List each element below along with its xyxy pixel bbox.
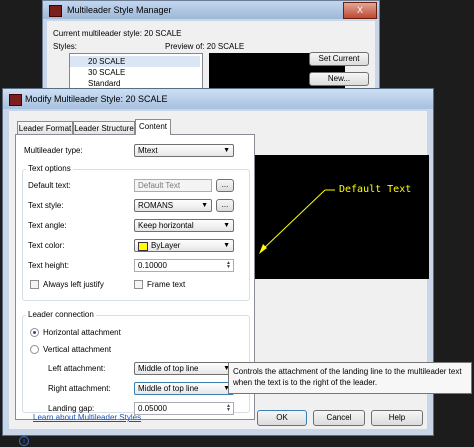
frame-text-label: Frame text <box>147 280 186 289</box>
landing-gap-label: Landing gap: <box>48 404 95 413</box>
landing-gap-field[interactable]: 0.05000 ▲ ▼ <box>134 402 234 415</box>
left-attachment-select[interactable]: Middle of top line ▼ <box>134 362 234 375</box>
cancel-button[interactable]: Cancel <box>313 410 365 426</box>
new-style-button[interactable]: New... <box>309 72 369 86</box>
app-icon <box>9 94 22 106</box>
style-manager-window: Multileader Style Manager X Current mult… <box>42 0 380 99</box>
multileader-type-value: Mtext <box>138 146 158 155</box>
color-swatch <box>138 242 148 251</box>
learn-about-link[interactable]: Learn about Multileader Styles <box>33 413 141 422</box>
horizontal-attachment-label: Horizontal attachment <box>43 328 121 337</box>
horizontal-attachment-radio[interactable] <box>30 328 39 337</box>
leader-preview-graphic <box>259 189 335 254</box>
content-tab-panel: Multileader type: Mtext ▼ Text options De… <box>15 134 255 420</box>
text-angle-select[interactable]: Keep horizontal ▼ <box>134 219 234 232</box>
preview-text: Default Text <box>339 184 412 195</box>
spinner-icon[interactable]: ▲ ▼ <box>225 404 232 413</box>
chevron-down-icon: ▼ <box>201 202 208 209</box>
info-icon: i <box>19 436 29 446</box>
text-height-field[interactable]: 0.10000 ▲ ▼ <box>134 259 234 272</box>
text-angle-label: Text angle: <box>28 221 67 230</box>
ok-button[interactable]: OK <box>257 410 307 426</box>
right-attachment-select[interactable]: Middle of top line ▼ <box>134 382 234 395</box>
manager-title: Multileader Style Manager <box>67 5 172 15</box>
leader-line <box>260 189 326 252</box>
current-style-label: Current multileader style: 20 SCALE <box>53 29 182 38</box>
dialog-title: Modify Multileader Style: 20 SCALE <box>25 94 168 104</box>
default-text-browse-button[interactable]: ... <box>216 179 234 192</box>
tab-content[interactable]: Content <box>135 119 171 135</box>
close-button[interactable]: X <box>343 2 377 19</box>
multileader-type-label: Multileader type: <box>24 146 83 155</box>
text-color-label: Text color: <box>28 241 65 250</box>
default-text-label: Default text: <box>28 181 71 190</box>
app-icon <box>49 5 62 17</box>
vertical-attachment-radio[interactable] <box>30 345 39 354</box>
dialog-title-bar: Modify Multileader Style: 20 SCALE <box>3 89 433 109</box>
right-attachment-label: Right attachment: <box>48 384 111 393</box>
tab-leader-format[interactable]: Leader Format <box>17 121 73 134</box>
help-button[interactable]: Help <box>371 410 423 426</box>
spinner-icon[interactable]: ▲ ▼ <box>225 261 232 270</box>
chevron-down-icon: ▼ <box>223 147 230 154</box>
styles-label: Styles: <box>53 42 78 51</box>
default-text-field[interactable]: Default Text <box>134 179 212 192</box>
text-height-label: Text height: <box>28 261 69 270</box>
multileader-type-select[interactable]: Mtext ▼ <box>134 144 234 157</box>
text-options-title: Text options <box>26 164 73 173</box>
text-style-label: Text style: <box>28 201 64 210</box>
text-style-select[interactable]: ROMANS ▼ <box>134 199 212 212</box>
frame-text-checkbox[interactable] <box>134 280 143 289</box>
text-angle-value: Keep horizontal <box>138 221 194 230</box>
vertical-attachment-label: Vertical attachment <box>43 345 112 354</box>
chevron-down-icon: ▼ <box>223 222 230 229</box>
chevron-down-icon: ▼ <box>223 242 230 249</box>
always-left-justify-checkbox[interactable] <box>30 280 39 289</box>
leader-connection-title: Leader connection <box>26 310 96 319</box>
text-style-value: ROMANS <box>138 201 174 210</box>
set-current-button[interactable]: Set Current <box>309 52 369 66</box>
text-height-value: 0.10000 <box>138 261 167 270</box>
right-attachment-tooltip: Controls the attachment of the landing l… <box>228 362 472 394</box>
left-attachment-value: Middle of top line <box>138 364 199 373</box>
right-attachment-value: Middle of top line <box>138 384 199 393</box>
manager-title-bar: Multileader Style Manager X <box>43 1 379 19</box>
always-left-justify-label: Always left justify <box>43 280 104 289</box>
tab-leader-structure[interactable]: Leader Structure <box>73 121 135 134</box>
landing-gap-value: 0.05000 <box>138 404 167 413</box>
list-item[interactable]: 30 SCALE <box>70 67 200 78</box>
text-color-select[interactable]: ByLayer ▼ <box>134 239 234 252</box>
left-attachment-label: Left attachment: <box>48 364 106 373</box>
text-style-browse-button[interactable]: ... <box>216 199 234 212</box>
style-preview-panel: Default Text <box>255 155 429 279</box>
preview-label: Preview of: 20 SCALE <box>165 42 245 51</box>
arrowhead-icon <box>259 244 267 254</box>
list-item[interactable]: 20 SCALE <box>70 56 200 67</box>
text-color-value: ByLayer <box>151 241 181 250</box>
